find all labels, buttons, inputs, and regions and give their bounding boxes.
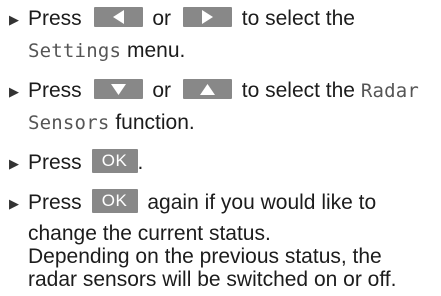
- step-text: function.: [115, 111, 195, 134]
- step-1-line-1: Press or to select the: [28, 3, 355, 35]
- bullet-triangle-icon: ▶: [9, 196, 19, 211]
- step-text: Press: [28, 191, 82, 214]
- step-text: again if you would like to: [147, 191, 377, 214]
- step-text: to select the: [241, 7, 355, 30]
- step-text: Press: [28, 7, 82, 30]
- left-arrow-key-icon: [93, 7, 143, 28]
- display-text-settings: Settings: [28, 40, 122, 62]
- step-text: Press: [28, 79, 82, 102]
- step-text: or: [152, 79, 172, 102]
- ok-key: OK: [91, 149, 138, 174]
- step-text: or: [152, 7, 172, 30]
- bullet-triangle-icon: ▶: [9, 156, 19, 171]
- display-text-radar: Radar: [360, 80, 420, 102]
- bullet-triangle-icon: ▶: [9, 84, 19, 99]
- step-2-line-2: Sensors function.: [28, 107, 195, 139]
- step-text: menu.: [126, 39, 186, 62]
- step-text: to select the: [241, 79, 355, 102]
- step-1-line-2: Settings menu.: [28, 35, 185, 67]
- step-4-line-4: radar sensors will be switched on or off…: [28, 268, 397, 291]
- step-text: .: [137, 151, 144, 174]
- down-arrow-key-icon: [93, 79, 143, 100]
- bullet-triangle-icon: ▶: [9, 12, 19, 27]
- step-2-line-1: Press or to select the Radar: [28, 75, 419, 107]
- right-arrow-key-icon: [182, 7, 232, 28]
- step-4-line-1: Press OK again if you would like to: [28, 187, 376, 219]
- step-3-line-1: Press OK.: [28, 147, 143, 179]
- up-arrow-key-icon: [182, 79, 232, 100]
- step-text: Press: [28, 151, 82, 174]
- display-text-sensors: Sensors: [28, 112, 110, 134]
- ok-key: OK: [91, 189, 138, 214]
